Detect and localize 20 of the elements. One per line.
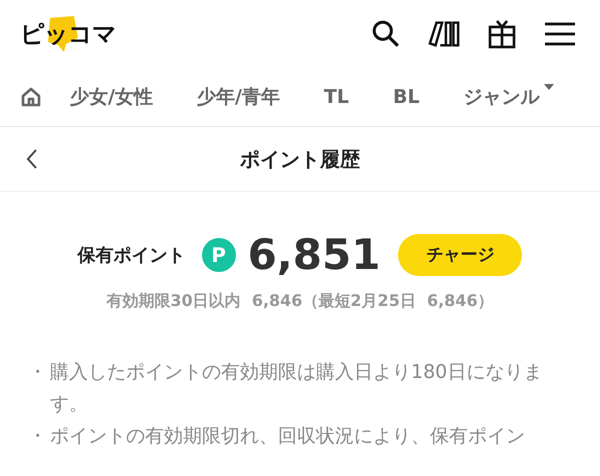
genre-dropdown[interactable]: ジャンル bbox=[464, 84, 554, 110]
page-title: ポイント履歴 bbox=[240, 146, 360, 172]
note-text: 購入したポイントの有効期限は購入日より180日になります。 bbox=[50, 360, 544, 417]
note-text: ポイントの有効期限切れ、回収状況により、保有ポイン bbox=[50, 424, 525, 449]
bullet-mark: ・ bbox=[28, 424, 48, 449]
nav-tab[interactable]: 少女/女性 bbox=[70, 84, 153, 110]
point-badge: P bbox=[202, 238, 236, 272]
books-icon[interactable] bbox=[428, 19, 460, 49]
charge-button[interactable]: チャージ bbox=[398, 234, 522, 276]
nav-tab[interactable]: TL bbox=[324, 86, 349, 108]
back-icon[interactable] bbox=[26, 148, 38, 170]
points-label: 保有ポイント bbox=[78, 244, 186, 266]
gift-icon[interactable] bbox=[486, 19, 518, 49]
bullet-mark: ・ bbox=[28, 360, 48, 385]
nav-tab[interactable]: 少年/青年 bbox=[196, 84, 280, 110]
caret-icon bbox=[544, 84, 554, 90]
search-icon[interactable] bbox=[370, 19, 402, 49]
nav-tab[interactable]: BL bbox=[392, 86, 420, 108]
expiry-text: 有効期限30日以内 6,846（最短2月25日 6,846） bbox=[106, 291, 494, 310]
points-amount: 6,851 bbox=[248, 230, 380, 279]
